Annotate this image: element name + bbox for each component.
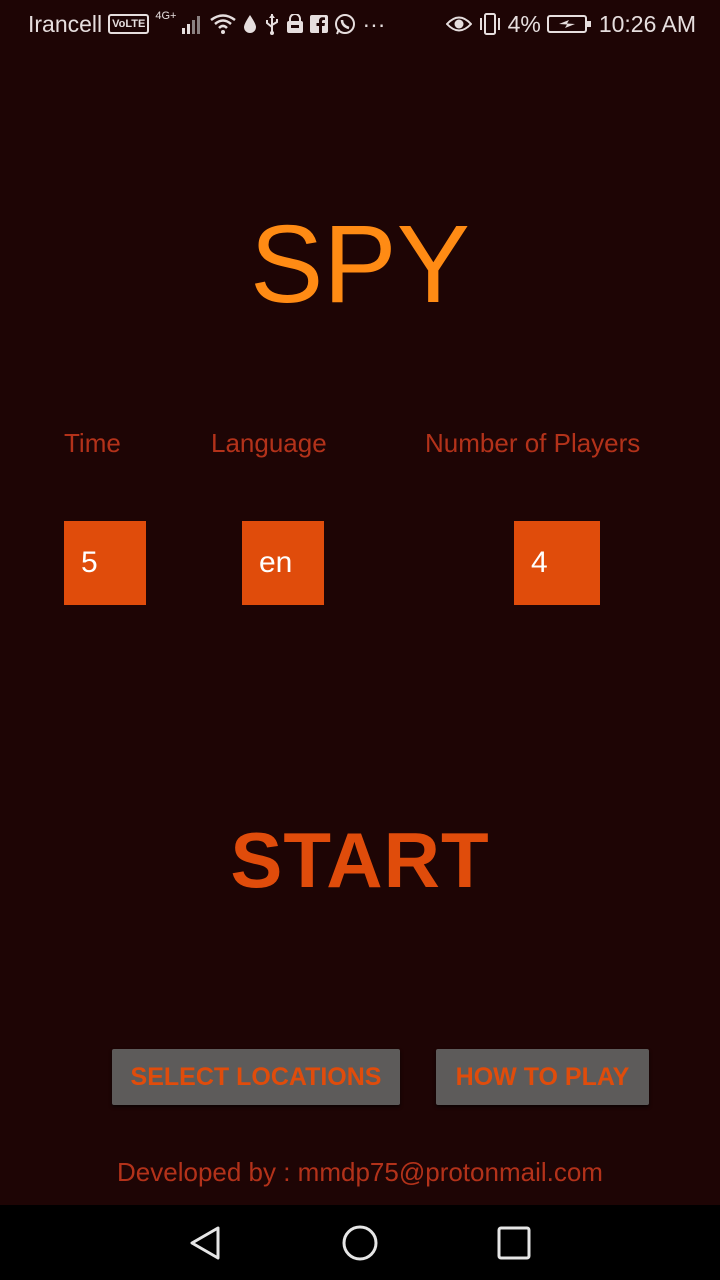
- vibrate-icon: [478, 10, 502, 38]
- start-button[interactable]: START: [0, 818, 720, 902]
- recents-icon[interactable]: [494, 1223, 534, 1263]
- time-label: Time: [64, 428, 121, 458]
- players-input[interactable]: 4: [514, 521, 600, 605]
- status-bar-left: Irancell VoLTE 4G+ ···: [28, 10, 385, 38]
- signal-icon: [182, 10, 204, 38]
- navigation-bar: [0, 1205, 720, 1280]
- app-title: SPY: [249, 203, 471, 326]
- back-icon[interactable]: [186, 1223, 226, 1263]
- drop-icon: [242, 10, 258, 38]
- status-bar: Irancell VoLTE 4G+ ··· 4% 10:26 AM: [0, 0, 720, 50]
- wifi-icon: [210, 10, 237, 38]
- usb-icon: [264, 10, 280, 38]
- language-label: Language: [211, 428, 327, 458]
- language-input[interactable]: en: [242, 521, 324, 605]
- facebook-icon: [310, 10, 329, 38]
- how-to-play-button[interactable]: HOW TO PLAY: [436, 1049, 649, 1105]
- whatsapp-icon: [334, 10, 356, 38]
- battery-charging-icon: [546, 10, 593, 38]
- status-bar-right: 4% 10:26 AM: [445, 10, 696, 38]
- vpn-lock-icon: [286, 10, 304, 38]
- select-locations-button[interactable]: SELECT LOCATIONS: [112, 1049, 400, 1105]
- eye-icon: [445, 10, 472, 38]
- carrier-name: Irancell: [28, 10, 103, 37]
- network-type: 4G+: [155, 10, 177, 22]
- battery-percent: 4%: [507, 10, 541, 37]
- players-label: Number of Players: [425, 428, 641, 458]
- more-notifications-icon: ···: [362, 10, 386, 37]
- volte-badge: VoLTE: [108, 14, 150, 34]
- time-input[interactable]: 5: [64, 521, 146, 605]
- clock: 10:26 AM: [598, 10, 696, 37]
- developer-credit: Developed by : mmdp75@protonmail.com: [117, 1157, 603, 1187]
- home-icon[interactable]: [340, 1223, 380, 1263]
